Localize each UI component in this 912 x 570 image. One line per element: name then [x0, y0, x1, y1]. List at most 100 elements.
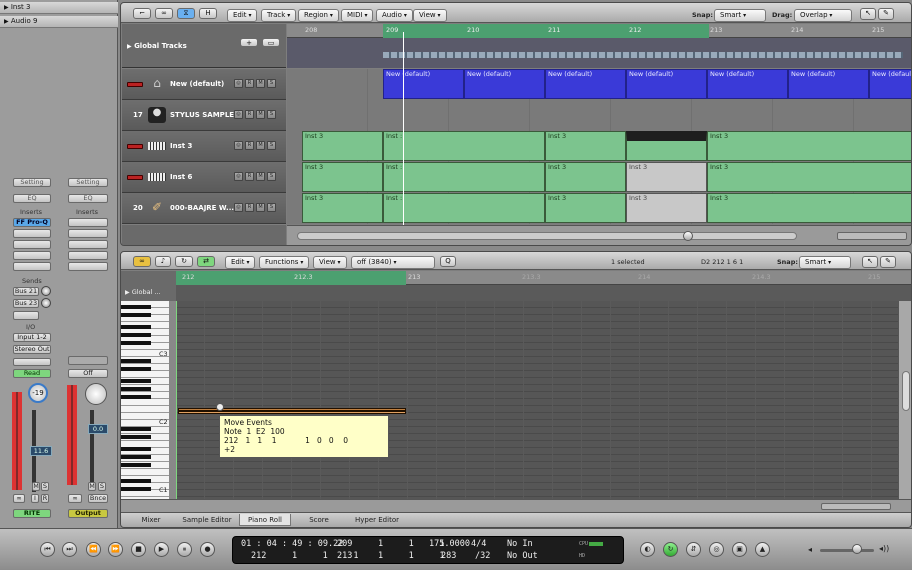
- menu-region[interactable]: Region: [298, 9, 339, 22]
- region-inst3[interactable]: Inst 3: [302, 193, 383, 223]
- region-inst3[interactable]: Inst 3: [707, 193, 911, 223]
- metronome-icon[interactable]: ▲: [755, 542, 770, 557]
- record-enable-button[interactable]: R: [41, 494, 49, 503]
- stop-icon[interactable]: ■: [131, 542, 146, 557]
- region-inst3[interactable]: Inst :: [383, 162, 545, 192]
- black-key[interactable]: [121, 379, 151, 383]
- drag-select[interactable]: Overlap: [794, 9, 852, 22]
- note-grid[interactable]: [176, 301, 898, 499]
- solo-button[interactable]: S: [267, 79, 276, 88]
- cycle-region[interactable]: [383, 24, 709, 38]
- right-locator[interactable]: 213 1 1 1: [337, 551, 444, 561]
- insert-slot[interactable]: [68, 262, 108, 271]
- smpte-position[interactable]: 01 : 04 : 49 : 09.22: [241, 539, 343, 549]
- freeze-icon[interactable]: ◎: [234, 203, 243, 212]
- freeze-icon[interactable]: ◎: [234, 110, 243, 119]
- midi-note[interactable]: [178, 411, 406, 414]
- piano-keyboard[interactable]: C3 C2 C1: [121, 301, 169, 499]
- freeze-icon[interactable]: ◎: [234, 172, 243, 181]
- region-new-default[interactable]: New (default): [869, 69, 911, 99]
- zoom-slider[interactable]: [821, 503, 891, 510]
- midi-in-icon[interactable]: ♪: [155, 256, 171, 267]
- play-icon[interactable]: ▶: [154, 542, 169, 557]
- tab-piano-roll[interactable]: Piano Roll: [239, 514, 291, 526]
- black-key[interactable]: [121, 479, 151, 483]
- region-inst3[interactable]: Inst 3: [707, 162, 911, 192]
- bounce-button[interactable]: Bnce: [88, 494, 108, 503]
- link-icon[interactable]: ∞: [13, 494, 25, 503]
- catch-button[interactable]: ⌐: [133, 8, 151, 19]
- record-arm-icon[interactable]: [127, 144, 143, 149]
- track-header-stylus[interactable]: 17 ● STYLUS SAMPLE ◎ R M S: [122, 100, 286, 131]
- solo-button[interactable]: S: [267, 203, 276, 212]
- record-button[interactable]: R: [245, 110, 254, 119]
- horizontal-scrollbar[interactable]: [287, 225, 911, 245]
- send-knob-icon[interactable]: [41, 286, 51, 296]
- region-new-default[interactable]: New (default): [464, 69, 545, 99]
- region-new-default[interactable]: New (default): [788, 69, 869, 99]
- group-slot[interactable]: [68, 356, 108, 365]
- catch-icon[interactable]: ∞: [133, 256, 151, 267]
- region-new-default[interactable]: New (default): [545, 69, 626, 99]
- track-name[interactable]: 000-BAAJRE W...: [170, 204, 234, 212]
- mute-button[interactable]: M: [32, 482, 40, 491]
- rewind-icon[interactable]: ⏪: [86, 542, 101, 557]
- scroll-thumb[interactable]: [902, 371, 910, 411]
- mute-button[interactable]: M: [256, 203, 265, 212]
- replace-icon[interactable]: ◐: [640, 542, 655, 557]
- mute-button[interactable]: M: [256, 110, 265, 119]
- tab-score[interactable]: Score: [297, 514, 341, 526]
- cycle-icon[interactable]: ↻: [663, 542, 678, 557]
- region-new-default[interactable]: New (default): [626, 69, 707, 99]
- record-button[interactable]: R: [245, 203, 254, 212]
- region-new-default[interactable]: New (default): [383, 69, 464, 99]
- send-bus-21[interactable]: Bus 21: [13, 287, 39, 296]
- midi-thru-icon[interactable]: ⧖: [177, 8, 195, 19]
- track-header-baajre[interactable]: 20 ✐ 000-BAAJRE W... ◎ R M S: [122, 193, 286, 224]
- send-bus-23[interactable]: Bus 23: [13, 299, 39, 308]
- region-inst3-selected[interactable]: Inst 3: [626, 131, 707, 161]
- menu-view[interactable]: View: [313, 256, 347, 269]
- volume-fader[interactable]: 11.6: [30, 446, 52, 456]
- editor-cycle-region[interactable]: [176, 271, 406, 285]
- tab-sample-editor[interactable]: Sample Editor: [177, 514, 237, 526]
- editor-ruler[interactable]: 212 212.3 213 213.3 214 214.3 215: [176, 271, 911, 285]
- menu-view[interactable]: View: [413, 9, 447, 22]
- inspector-track-inst3[interactable]: ▶ Inst 3: [0, 2, 118, 14]
- inspector-track-audio9[interactable]: ▶ Audio 9: [0, 16, 118, 28]
- global-tracks-header[interactable]: ▶ Global Tracks + ▭: [122, 24, 286, 68]
- channel-name-1[interactable]: RITE: [13, 509, 51, 518]
- vertical-scrollbar[interactable]: [898, 301, 911, 499]
- track-header-new-default[interactable]: ⌂ New (default) ◎ R M S: [122, 69, 286, 100]
- hide-button[interactable]: H: [199, 8, 217, 19]
- record-icon[interactable]: ●: [200, 542, 215, 557]
- add-track-button[interactable]: +: [240, 38, 258, 47]
- time-signature[interactable]: 4/4: [471, 539, 486, 549]
- region-inst3[interactable]: Inst 3: [545, 131, 626, 161]
- record-button[interactable]: R: [245, 141, 254, 150]
- mute-button[interactable]: M: [256, 79, 265, 88]
- setting-button-2[interactable]: Setting: [68, 178, 108, 187]
- menu-track[interactable]: Track: [261, 9, 297, 22]
- automation-mode-read[interactable]: Read: [13, 369, 51, 378]
- black-key[interactable]: [121, 313, 151, 317]
- region-inst3[interactable]: Inst 3: [302, 131, 383, 161]
- pointer-tool-icon[interactable]: ↖: [860, 8, 876, 20]
- insert-slot[interactable]: [13, 251, 51, 260]
- pencil-tool-icon[interactable]: ✎: [880, 256, 896, 268]
- link-icon[interactable]: ∞: [155, 8, 173, 19]
- menu-midi[interactable]: MIDI: [341, 9, 374, 22]
- autopunch-icon[interactable]: ⇵: [686, 542, 701, 557]
- go-to-start-icon[interactable]: ⏮: [40, 542, 55, 557]
- insert-slot[interactable]: [13, 240, 51, 249]
- freeze-icon[interactable]: ◎: [234, 141, 243, 150]
- link-icon[interactable]: ∞: [68, 494, 82, 503]
- disclosure-triangle-icon[interactable]: ▶: [4, 4, 9, 11]
- region-inst3-muted[interactable]: Inst 3: [626, 193, 707, 223]
- snap-select[interactable]: Smart: [714, 9, 766, 22]
- black-key[interactable]: [121, 455, 151, 459]
- mute-button[interactable]: M: [256, 141, 265, 150]
- freeze-icon[interactable]: ◎: [234, 79, 243, 88]
- tab-mixer[interactable]: Mixer: [129, 514, 173, 526]
- record-button[interactable]: R: [245, 79, 254, 88]
